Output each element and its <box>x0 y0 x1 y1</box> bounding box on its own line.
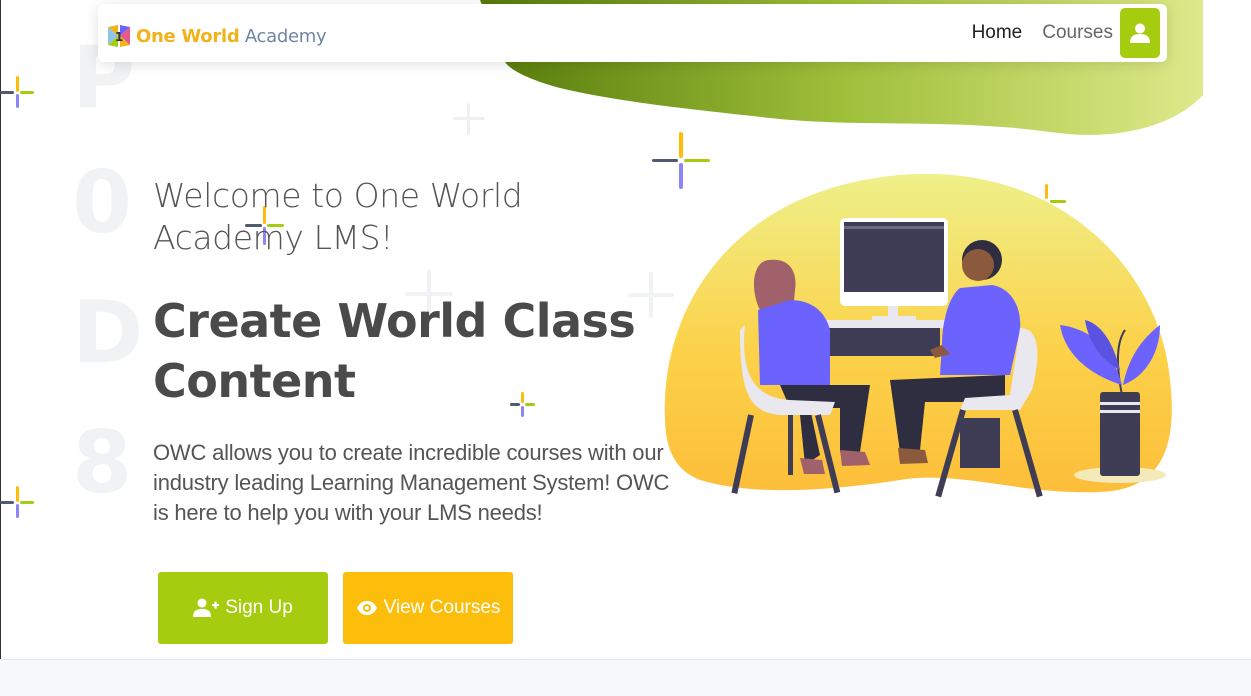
footer-band <box>0 659 1251 696</box>
watermark-letter: D <box>72 283 144 383</box>
hero-illustration <box>664 173 1172 498</box>
nav-link-courses[interactable]: Courses <box>1042 22 1113 44</box>
user-icon <box>1130 23 1150 43</box>
sparkle-icon <box>0 74 40 114</box>
logo-text: One World Academy <box>136 25 327 47</box>
welcome-heading: Welcome to One World Academy LMS! <box>153 176 523 257</box>
logo-text-primary: One World <box>136 25 240 47</box>
watermark-letter: 8 <box>72 413 132 513</box>
nav-link-home[interactable]: Home <box>972 22 1023 44</box>
logo-badge: 1 <box>115 30 123 44</box>
user-plus-icon <box>193 598 220 617</box>
view-courses-button[interactable]: View Courses <box>343 572 513 644</box>
nav-links: Home Courses <box>972 22 1113 44</box>
hero-headline: Create World Class Content <box>153 294 636 408</box>
navbar: 1 One World Academy Home Courses <box>98 4 1167 62</box>
eye-icon <box>356 601 377 615</box>
logo-icon: 1 <box>108 25 130 47</box>
faint-plus-icon <box>453 103 485 135</box>
view-courses-label: View Courses <box>383 597 501 618</box>
user-account-button[interactable] <box>1120 8 1160 58</box>
logo[interactable]: 1 One World Academy <box>106 23 327 49</box>
sparkle-icon <box>0 484 40 524</box>
watermark-letter: 0 <box>72 153 132 253</box>
hero-description: OWC allows you to create incredible cour… <box>153 440 670 525</box>
logo-text-secondary: Academy <box>239 25 327 47</box>
sign-up-label: Sign Up <box>225 597 293 618</box>
sign-up-button[interactable]: Sign Up <box>158 572 328 644</box>
